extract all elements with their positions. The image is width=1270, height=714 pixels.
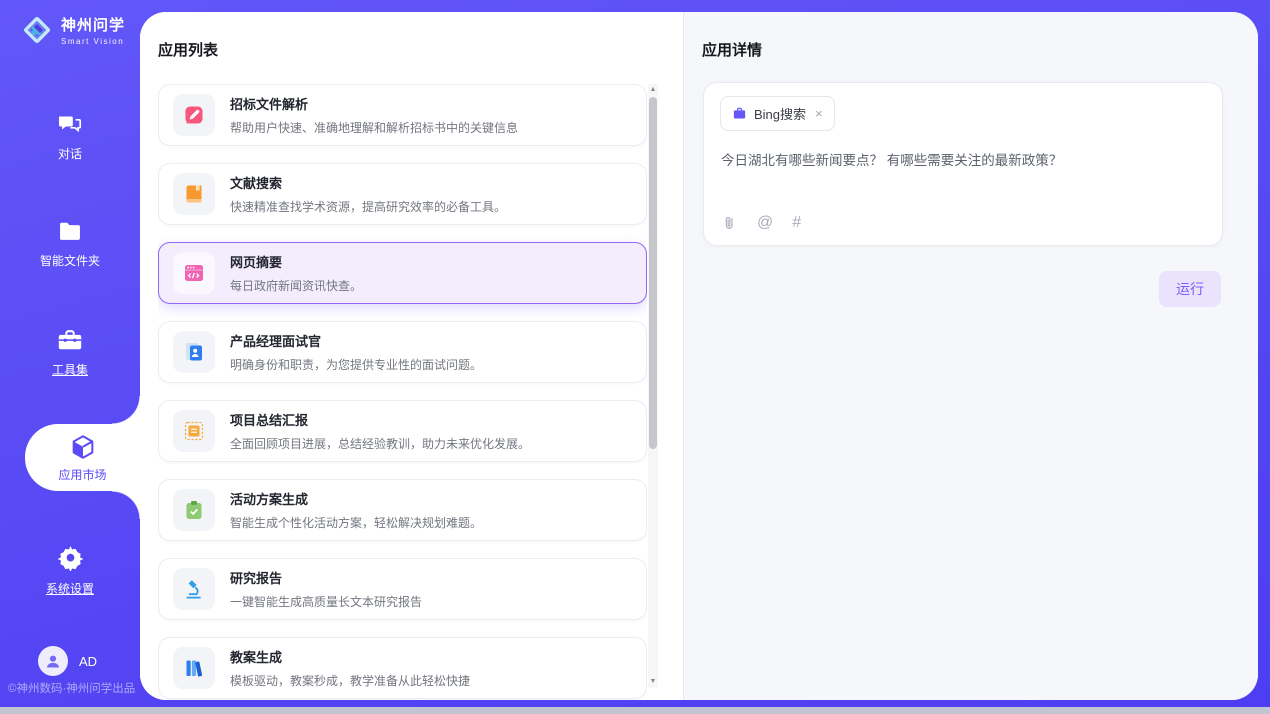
user-initials: AD <box>79 654 97 669</box>
brand-subtitle: Smart Vision <box>61 37 125 46</box>
folder-icon <box>57 220 83 243</box>
toolbox-icon <box>56 328 84 352</box>
interviewer-icon <box>173 331 215 373</box>
app-detail-title: 应用详情 <box>702 39 762 60</box>
sidebar-item-label: 系统设置 <box>46 580 94 597</box>
app-detail-pane: 应用详情 Bing搜索 × 今日湖北有哪些新闻要点？ 有哪些需要关注的最新政策？ <box>683 12 1258 700</box>
app-card-literature-search[interactable]: 文献搜索 快速精准查找学术资源，提高研究效率的必备工具。 <box>158 163 647 225</box>
briefcase-icon <box>732 106 747 121</box>
app-card-pm-interviewer[interactable]: 产品经理面试官 明确身份和职责，为您提供专业性的面试问题。 <box>158 321 647 383</box>
note-icon <box>173 410 215 452</box>
clipboard-check-icon <box>173 489 215 531</box>
hashtag-icon[interactable]: # <box>792 214 801 232</box>
app-card-web-summary[interactable]: 网页摘要 每日政府新闻资讯快查。 <box>158 242 647 304</box>
book-icon <box>173 173 215 215</box>
app-name: 产品经理面试官 <box>230 331 482 350</box>
app-card-bid-analysis[interactable]: 招标文件解析 帮助用户快速、准确地理解和解析招标书中的关键信息 <box>158 84 647 146</box>
chat-icon <box>57 112 84 136</box>
paperclip-icon[interactable] <box>721 215 738 232</box>
app-name: 研究报告 <box>230 568 422 587</box>
input-action-row: @ # <box>721 214 801 232</box>
app-list-pane: 应用列表 招标文件解析 帮助用户快速、准确地理解和解析招标书中的关键信息 <box>140 12 683 700</box>
books-icon <box>173 647 215 689</box>
sidebar: 神州问学 Smart Vision 对话 智能文件夹 <box>0 0 140 707</box>
sidebar-item-label: 对话 <box>58 145 82 162</box>
app-desc: 快速精准查找学术资源，提高研究效率的必备工具。 <box>230 198 506 215</box>
browser-code-icon <box>173 252 215 294</box>
sidebar-item-label: 智能文件夹 <box>40 252 100 269</box>
app-name: 活动方案生成 <box>230 489 482 508</box>
window-bottom-edge <box>0 707 1270 714</box>
query-card: Bing搜索 × 今日湖北有哪些新闻要点？ 有哪些需要关注的最新政策？ @ # <box>703 82 1223 246</box>
sidebar-item-smart-folder[interactable]: 智能文件夹 <box>0 220 140 269</box>
app-name: 文献搜索 <box>230 173 506 192</box>
microscope-icon <box>173 568 215 610</box>
app-name: 招标文件解析 <box>230 94 518 113</box>
app-desc: 全面回顾项目进展，总结经验教训，助力未来优化发展。 <box>230 435 530 452</box>
main-panel: 应用列表 招标文件解析 帮助用户快速、准确地理解和解析招标书中的关键信息 <box>140 12 1258 700</box>
app-list-title: 应用列表 <box>158 39 218 60</box>
sidebar-item-chat[interactable]: 对话 <box>0 112 140 162</box>
pen-edit-icon <box>173 94 215 136</box>
run-button[interactable]: 运行 <box>1159 271 1221 307</box>
app-desc: 一键智能生成高质量长文本研究报告 <box>230 593 422 610</box>
app-card-research-report[interactable]: 研究报告 一键智能生成高质量长文本研究报告 <box>158 558 647 620</box>
cube-icon <box>69 433 97 461</box>
brand-logo: 神州问学 Smart Vision <box>20 13 125 47</box>
close-icon[interactable]: × <box>815 106 823 121</box>
app-list: 招标文件解析 帮助用户快速、准确地理解和解析招标书中的关键信息 文献搜索 <box>158 84 647 700</box>
sidebar-item-label: 工具集 <box>52 361 88 378</box>
app-name: 教案生成 <box>230 647 470 666</box>
copyright-footer: ©神州数码·神州问学出品 <box>8 680 135 696</box>
app-window: 神州问学 Smart Vision 对话 智能文件夹 <box>0 0 1270 714</box>
tool-tag-bing-search[interactable]: Bing搜索 × <box>720 96 835 131</box>
app-desc: 明确身份和职责，为您提供专业性的面试问题。 <box>230 356 482 373</box>
sidebar-item-app-market[interactable]: 应用市场 <box>25 424 140 491</box>
mention-icon[interactable]: @ <box>757 214 773 232</box>
gear-icon <box>57 544 84 571</box>
app-desc: 模板驱动，教案秒成，教学准备从此轻松快捷 <box>230 672 470 689</box>
app-name: 项目总结汇报 <box>230 410 530 429</box>
sidebar-item-toolset[interactable]: 工具集 <box>0 328 140 378</box>
app-desc: 帮助用户快速、准确地理解和解析招标书中的关键信息 <box>230 119 518 136</box>
diamond-logo-icon <box>20 13 54 47</box>
sidebar-item-settings[interactable]: 系统设置 <box>0 544 140 597</box>
sidebar-item-label: 应用市场 <box>58 466 106 483</box>
query-text-input[interactable]: 今日湖北有哪些新闻要点？ 有哪些需要关注的最新政策？ <box>721 149 1206 169</box>
brand-name: 神州问学 <box>61 14 125 35</box>
app-desc: 智能生成个性化活动方案，轻松解决规划难题。 <box>230 514 482 531</box>
scrollbar-thumb[interactable] <box>649 97 657 449</box>
app-desc: 每日政府新闻资讯快查。 <box>230 277 362 294</box>
tool-tag-label: Bing搜索 <box>754 104 806 123</box>
avatar <box>38 646 68 676</box>
scroll-down-arrow-icon[interactable]: ▼ <box>648 676 658 688</box>
app-name: 网页摘要 <box>230 252 362 271</box>
app-card-event-plan[interactable]: 活动方案生成 智能生成个性化活动方案，轻松解决规划难题。 <box>158 479 647 541</box>
app-card-lesson-plan[interactable]: 教案生成 模板驱动，教案秒成，教学准备从此轻松快捷 <box>158 637 647 699</box>
scroll-up-arrow-icon[interactable]: ▲ <box>648 84 658 96</box>
user-account[interactable]: AD <box>38 646 97 676</box>
list-scrollbar[interactable]: ▲ ▼ <box>648 84 658 688</box>
app-card-project-summary[interactable]: 项目总结汇报 全面回顾项目进展，总结经验教训，助力未来优化发展。 <box>158 400 647 462</box>
